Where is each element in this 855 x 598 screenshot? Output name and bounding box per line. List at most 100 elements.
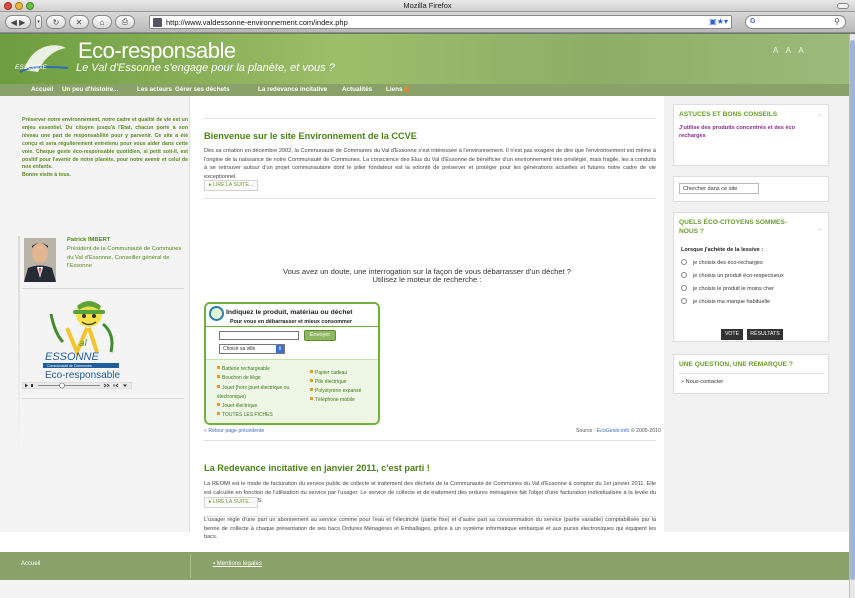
widget-divider bbox=[206, 326, 378, 327]
reload-icon[interactable]: ↻ bbox=[46, 15, 66, 29]
home-icon[interactable]: ⌂ bbox=[92, 15, 112, 29]
widget-link[interactable]: Bouchon de liège bbox=[217, 375, 261, 381]
redevance-title[interactable]: La Redevance incitative en janvier 2011,… bbox=[204, 463, 430, 473]
source-link[interactable]: EcoGeste.info bbox=[597, 428, 630, 434]
poll-option-label: je choisis un produit éco-respectueux bbox=[693, 273, 784, 279]
print-icon[interactable]: ⎙ bbox=[115, 15, 135, 29]
contact-title: UNE QUESTION, UNE REMARQUE ? bbox=[679, 361, 793, 368]
audio-player[interactable] bbox=[21, 381, 133, 390]
contact-box: UNE QUESTION, UNE REMARQUE ? » Nous cont… bbox=[673, 354, 829, 394]
legal-notice-label: Mentions légales bbox=[216, 561, 262, 567]
widget-link[interactable]: Jouet (hors jouet électrique ou électron… bbox=[217, 384, 303, 401]
read-more-button-2[interactable]: ▸ LIRE LA SUITE... bbox=[204, 497, 259, 508]
ecogeste-search-widget: Indiquez le produit, matériau ou déchet … bbox=[204, 302, 380, 425]
page-bottom bbox=[0, 580, 849, 598]
intro-text: Préserver notre environnement, notre cad… bbox=[22, 117, 188, 180]
radio-button[interactable] bbox=[681, 259, 687, 265]
essonne-logo-banner: Communauté de Communes bbox=[47, 364, 92, 368]
search-icon[interactable]: ⚲ bbox=[834, 17, 840, 26]
radio-button[interactable] bbox=[681, 272, 687, 278]
search-engine-icon[interactable]: G bbox=[750, 18, 755, 25]
widget-link[interactable]: Polystyrène expansé bbox=[310, 388, 361, 394]
title-bar: Mozilla Firefox bbox=[0, 0, 855, 12]
city-select[interactable]: Choisir sa ville ⇕ bbox=[219, 344, 285, 354]
nav-item-actualites[interactable]: Actualités bbox=[342, 86, 372, 93]
site-tagline-text: Le Val d'Essonne s'engage pour la planèt… bbox=[76, 62, 335, 74]
history-dropdown-icon[interactable]: ▾ bbox=[35, 15, 42, 29]
essonne-eco-logo[interactable]: al ESSONNE Communauté de Communes Eco-re… bbox=[33, 294, 129, 386]
send-button[interactable]: Envoyer bbox=[304, 330, 336, 341]
forward-icon[interactable]: ▶ bbox=[19, 18, 25, 27]
chevron-down-icon[interactable]: ⇕ bbox=[276, 345, 284, 353]
divider bbox=[204, 198, 656, 199]
widget-link[interactable]: Téléphone mobile bbox=[310, 397, 355, 403]
radio-button[interactable] bbox=[681, 285, 687, 291]
mayor-role: Président de la Communauté de Communes d… bbox=[67, 246, 182, 270]
nav-item-liens[interactable]: Liens bbox=[386, 86, 410, 93]
svg-text:al: al bbox=[79, 339, 88, 349]
widget-link[interactable]: Batterie rechargeable bbox=[217, 366, 270, 372]
widget-link[interactable]: Papier cadeau bbox=[310, 370, 347, 376]
nav-item-redevance[interactable]: La redevance incitative bbox=[258, 86, 327, 93]
divider bbox=[204, 118, 656, 119]
footer-home-link[interactable]: Accueil bbox=[21, 561, 40, 567]
widget-link[interactable]: Jouet électrique bbox=[217, 403, 257, 409]
widget-link[interactable]: Pile électrique bbox=[310, 379, 346, 385]
source-year: © 2005-2010 bbox=[630, 428, 661, 434]
widget-title: Indiquez le produit, matériau ou déchet bbox=[226, 309, 353, 316]
poll-option[interactable]: je choisis ma marque habituelle bbox=[681, 298, 770, 305]
stop-icon[interactable]: ✕ bbox=[69, 15, 89, 29]
read-more-label: LIRE LA SUITE... bbox=[213, 182, 254, 188]
nav-item-histoire[interactable]: Un peu d'histoire... bbox=[62, 86, 118, 93]
magnifier-icon bbox=[209, 306, 224, 321]
redevance-paragraph-2: L'usager règle d'une part un abonnement … bbox=[204, 517, 656, 540]
url-text[interactable]: http://www.valdessonne-environnement.com… bbox=[166, 18, 348, 27]
essonne-logo-text: ESSONNE bbox=[45, 351, 99, 363]
legal-notice-link[interactable]: ▪ Mentions légales bbox=[213, 561, 262, 567]
divider bbox=[204, 440, 656, 441]
vote-button[interactable]: VOTE bbox=[721, 329, 743, 340]
divider bbox=[22, 398, 184, 399]
tips-title: ASTUCES ET BONS CONSEILS bbox=[679, 111, 778, 118]
contact-link[interactable]: » Nous contacter bbox=[681, 379, 723, 385]
nav-item-dechets[interactable]: Gérer ses déchets bbox=[175, 86, 230, 93]
vertical-scrollbar[interactable] bbox=[849, 34, 855, 598]
intro-sign: Bonne visite à tous. bbox=[22, 172, 72, 179]
widget-header: Indiquez le produit, matériau ou déchet … bbox=[206, 304, 378, 360]
chevron-down-icon[interactable]: ⌄ bbox=[817, 111, 822, 118]
text-size-controls[interactable]: A A A bbox=[773, 46, 807, 55]
browser-search-box[interactable]: G ⚲ bbox=[745, 15, 846, 29]
poll-question: Lorsque j'achète de la lessive : bbox=[681, 247, 764, 253]
radio-button[interactable] bbox=[681, 298, 687, 304]
address-bar[interactable]: http://www.valdessonne-environnement.com… bbox=[149, 15, 732, 29]
city-select-value: Choisir sa ville bbox=[223, 346, 256, 352]
decorative-line bbox=[18, 236, 20, 456]
rss-bookmark-icon[interactable]: ▣★▾ bbox=[709, 17, 728, 26]
widget-search-input[interactable] bbox=[219, 331, 299, 340]
welcome-title[interactable]: Bienvenue sur le site Environnement de l… bbox=[204, 131, 417, 141]
nav-item-accueil[interactable]: Accueil bbox=[31, 86, 53, 93]
site-search-input[interactable] bbox=[679, 183, 759, 194]
nav-item-liens-label: Liens bbox=[386, 86, 403, 93]
mayor-name: Patrick IMBERT bbox=[67, 237, 111, 243]
results-button[interactable]: RÉSULTATS bbox=[747, 329, 783, 340]
chevron-down-icon[interactable]: ⌄ bbox=[817, 225, 822, 232]
back-icon[interactable]: ◀ bbox=[11, 18, 17, 27]
poll-option-label: je choisis le produit le moins cher bbox=[693, 286, 775, 292]
scrollbar-thumb[interactable] bbox=[850, 40, 855, 580]
question-line-2: Utilisez le moteur de recherche : bbox=[372, 275, 482, 284]
site-favicon-icon bbox=[153, 18, 162, 27]
poll-option[interactable]: je choisis des éco-recharges bbox=[681, 259, 763, 266]
site-logo-icon[interactable] bbox=[14, 38, 74, 78]
nav-item-acteurs[interactable]: Les acteurs bbox=[137, 86, 172, 93]
poll-option[interactable]: je choisis un produit éco-respectueux bbox=[681, 272, 784, 279]
back-forward-button[interactable]: ◀ ▶ bbox=[5, 15, 31, 29]
poll-option[interactable]: je choisis le produit le moins cher bbox=[681, 285, 774, 292]
tips-link[interactable]: J'utilise des produits concentrés et des… bbox=[679, 124, 819, 140]
back-link[interactable]: « Retour page précédente bbox=[204, 428, 264, 434]
intro-body: Préserver notre environnement, notre cad… bbox=[22, 117, 188, 171]
read-more-button[interactable]: ▸ LIRE LA SUITE... bbox=[204, 180, 259, 191]
source-label: Source : bbox=[576, 428, 596, 434]
toolbar-toggle-icon[interactable] bbox=[837, 3, 849, 9]
widget-link-all[interactable]: TOUTES LES FICHES bbox=[217, 412, 273, 418]
